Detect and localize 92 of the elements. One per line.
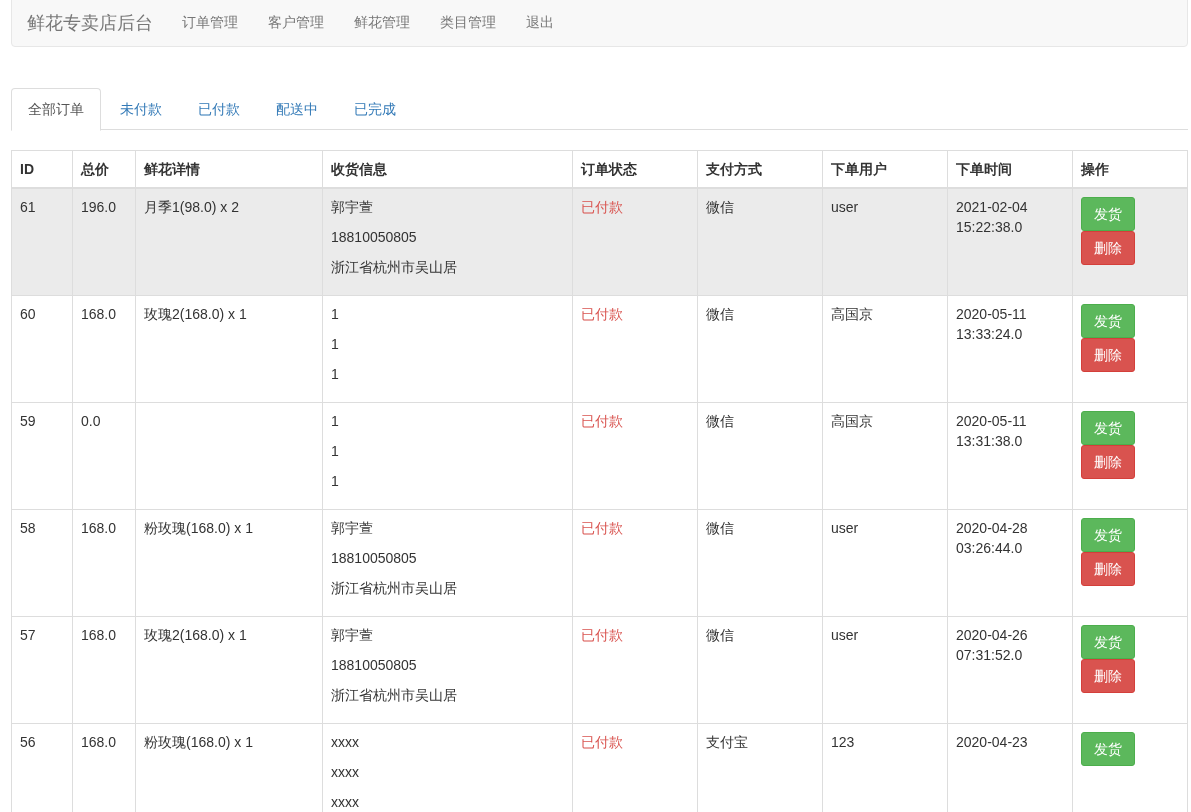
table-cell: 168.0 xyxy=(81,520,117,536)
table-cell: user xyxy=(831,199,859,215)
tab[interactable]: 未付款 xyxy=(103,88,179,129)
status-text: 已付款 xyxy=(581,199,623,215)
shipping-line: 浙江省杭州市吴山居 xyxy=(331,580,457,596)
time-text: 15:22:38.0 xyxy=(956,219,1023,235)
status-text: 已付款 xyxy=(581,734,623,750)
table-cell: 玫瑰2(168.0) x 1 xyxy=(144,627,247,643)
ship-button[interactable]: 发货 xyxy=(1081,732,1135,766)
table-cell: 123 xyxy=(831,734,855,750)
shipping-line: 郭宇萱 xyxy=(331,627,373,643)
table-cell: 玫瑰2(168.0) x 1 xyxy=(144,306,247,322)
time-text: 07:31:52.0 xyxy=(956,647,1023,663)
time-text: 2020-05-11 xyxy=(956,306,1027,322)
table-cell: 196.0 xyxy=(81,199,117,215)
status-text: 已付款 xyxy=(581,413,623,429)
delete-button[interactable]: 删除 xyxy=(1081,659,1135,693)
delete-button[interactable]: 删除 xyxy=(1081,231,1135,265)
nav-link[interactable]: 鲜花管理 xyxy=(339,14,425,32)
table-cell: 56 xyxy=(20,734,36,750)
ship-button[interactable]: 发货 xyxy=(1081,411,1135,445)
nav-link[interactable]: 客户管理 xyxy=(253,14,339,32)
shipping-line: xxxx xyxy=(331,764,359,780)
shipping-line: 1 xyxy=(331,336,339,352)
nav-link[interactable]: 订单管理 xyxy=(167,14,253,32)
status-text: 已付款 xyxy=(581,520,623,536)
table-cell: 微信 xyxy=(706,306,734,322)
table-cell: 59 xyxy=(20,413,36,429)
table-cell: 61 xyxy=(20,199,36,215)
shipping-line: 18810050805 xyxy=(331,550,417,566)
tab[interactable]: 已完成 xyxy=(337,88,413,129)
table-cell: 58 xyxy=(20,520,36,536)
table-cell: 月季1(98.0) x 2 xyxy=(144,199,239,215)
time-text: 2020-04-23 xyxy=(956,734,1028,750)
brand-title[interactable]: 鲜花专卖店后台 xyxy=(27,11,153,35)
table-row[interactable]: 58 168.0 粉玫瑰(168.0) x 1 郭宇萱 18810050805 浙江省杭州市吴山居 已付款 微信 user 2020-04-28 03:26:44.0 发货 删除 xyxy=(11,509,1188,617)
shipping-line: 1 xyxy=(331,306,339,322)
ship-button[interactable]: 发货 xyxy=(1081,197,1135,231)
nav-link[interactable]: 类目管理 xyxy=(425,14,511,32)
shipping-line: 1 xyxy=(331,443,339,459)
shipping-line: 郭宇萱 xyxy=(331,520,373,536)
tab[interactable]: 已付款 xyxy=(181,88,257,129)
table-cell: 高国京 xyxy=(831,413,873,429)
delete-button[interactable]: 删除 xyxy=(1081,338,1135,372)
status-text: 已付款 xyxy=(581,627,623,643)
time-text: 2020-04-26 xyxy=(956,627,1028,643)
shipping-line: 浙江省杭州市吴山居 xyxy=(331,259,457,275)
table-cell: 粉玫瑰(168.0) x 1 xyxy=(144,734,253,750)
nav-link[interactable]: 退出 xyxy=(511,14,569,32)
shipping-line: 浙江省杭州市吴山居 xyxy=(331,687,457,703)
status-text: 已付款 xyxy=(581,306,623,322)
time-text: 03:26:44.0 xyxy=(956,540,1023,556)
tab[interactable]: 全部订单 xyxy=(11,88,101,131)
table-cell: 微信 xyxy=(706,627,734,643)
table-cell: 57 xyxy=(20,627,36,643)
table-cell: 支付宝 xyxy=(706,734,748,750)
table-cell: 微信 xyxy=(706,199,734,215)
time-text: 13:31:38.0 xyxy=(956,433,1023,449)
shipping-line: 18810050805 xyxy=(331,657,417,673)
table-row[interactable]: 56 168.0 粉玫瑰(168.0) x 1 xxxx xxxx xxxx 已付款 支付宝 123 2020-04-23 发货 xyxy=(11,723,1188,812)
ship-button[interactable]: 发货 xyxy=(1081,518,1135,552)
shipping-line: 1 xyxy=(331,473,339,489)
tab[interactable]: 配送中 xyxy=(259,88,335,129)
table-cell: 微信 xyxy=(706,520,734,536)
shipping-line: 1 xyxy=(331,366,339,382)
table-row[interactable]: 57 168.0 玫瑰2(168.0) x 1 郭宇萱 18810050805 浙江省杭州市吴山居 已付款 微信 user 2020-04-26 07:31:52.0 发货 删除 xyxy=(11,616,1188,724)
table-row[interactable]: 59 0.0 1 1 1 已付款 微信 高国京 2020-05-11 13:31:38.0 发货 删除 xyxy=(11,402,1188,510)
table-row[interactable]: 61 196.0 月季1(98.0) x 2 郭宇萱 18810050805 浙江省杭州市吴山居 已付款 微信 user 2021-02-04 15:22:38.0 发货 删除 xyxy=(11,188,1188,296)
delete-button[interactable]: 删除 xyxy=(1081,552,1135,586)
table-cell: 0.0 xyxy=(81,413,101,429)
shipping-line: xxxx xyxy=(331,794,359,810)
table-cell: 60 xyxy=(20,306,36,322)
time-text: 2020-04-28 xyxy=(956,520,1028,536)
delete-button[interactable]: 删除 xyxy=(1081,445,1135,479)
ship-button[interactable]: 发货 xyxy=(1081,304,1135,338)
table-cell: 168.0 xyxy=(81,306,117,322)
shipping-line: 1 xyxy=(331,413,339,429)
shipping-line: 郭宇萱 xyxy=(331,199,373,215)
table-cell: 微信 xyxy=(706,413,734,429)
time-text: 13:33:24.0 xyxy=(956,326,1023,342)
table-cell: user xyxy=(831,627,859,643)
shipping-line: 18810050805 xyxy=(331,229,417,245)
table-cell: 高国京 xyxy=(831,306,873,322)
shipping-line: xxxx xyxy=(331,734,359,750)
table-cell: 168.0 xyxy=(81,627,117,643)
table-row[interactable]: 60 168.0 玫瑰2(168.0) x 1 1 1 1 已付款 微信 高国京 2020-05-11 13:33:24.0 发货 删除 xyxy=(11,295,1188,403)
time-text: 2021-02-04 xyxy=(956,199,1028,215)
table-cell: 粉玫瑰(168.0) x 1 xyxy=(144,520,253,536)
ship-button[interactable]: 发货 xyxy=(1081,625,1135,659)
time-text: 2020-05-11 xyxy=(956,413,1027,429)
table-cell: user xyxy=(831,520,859,536)
table-cell: 168.0 xyxy=(81,734,117,750)
